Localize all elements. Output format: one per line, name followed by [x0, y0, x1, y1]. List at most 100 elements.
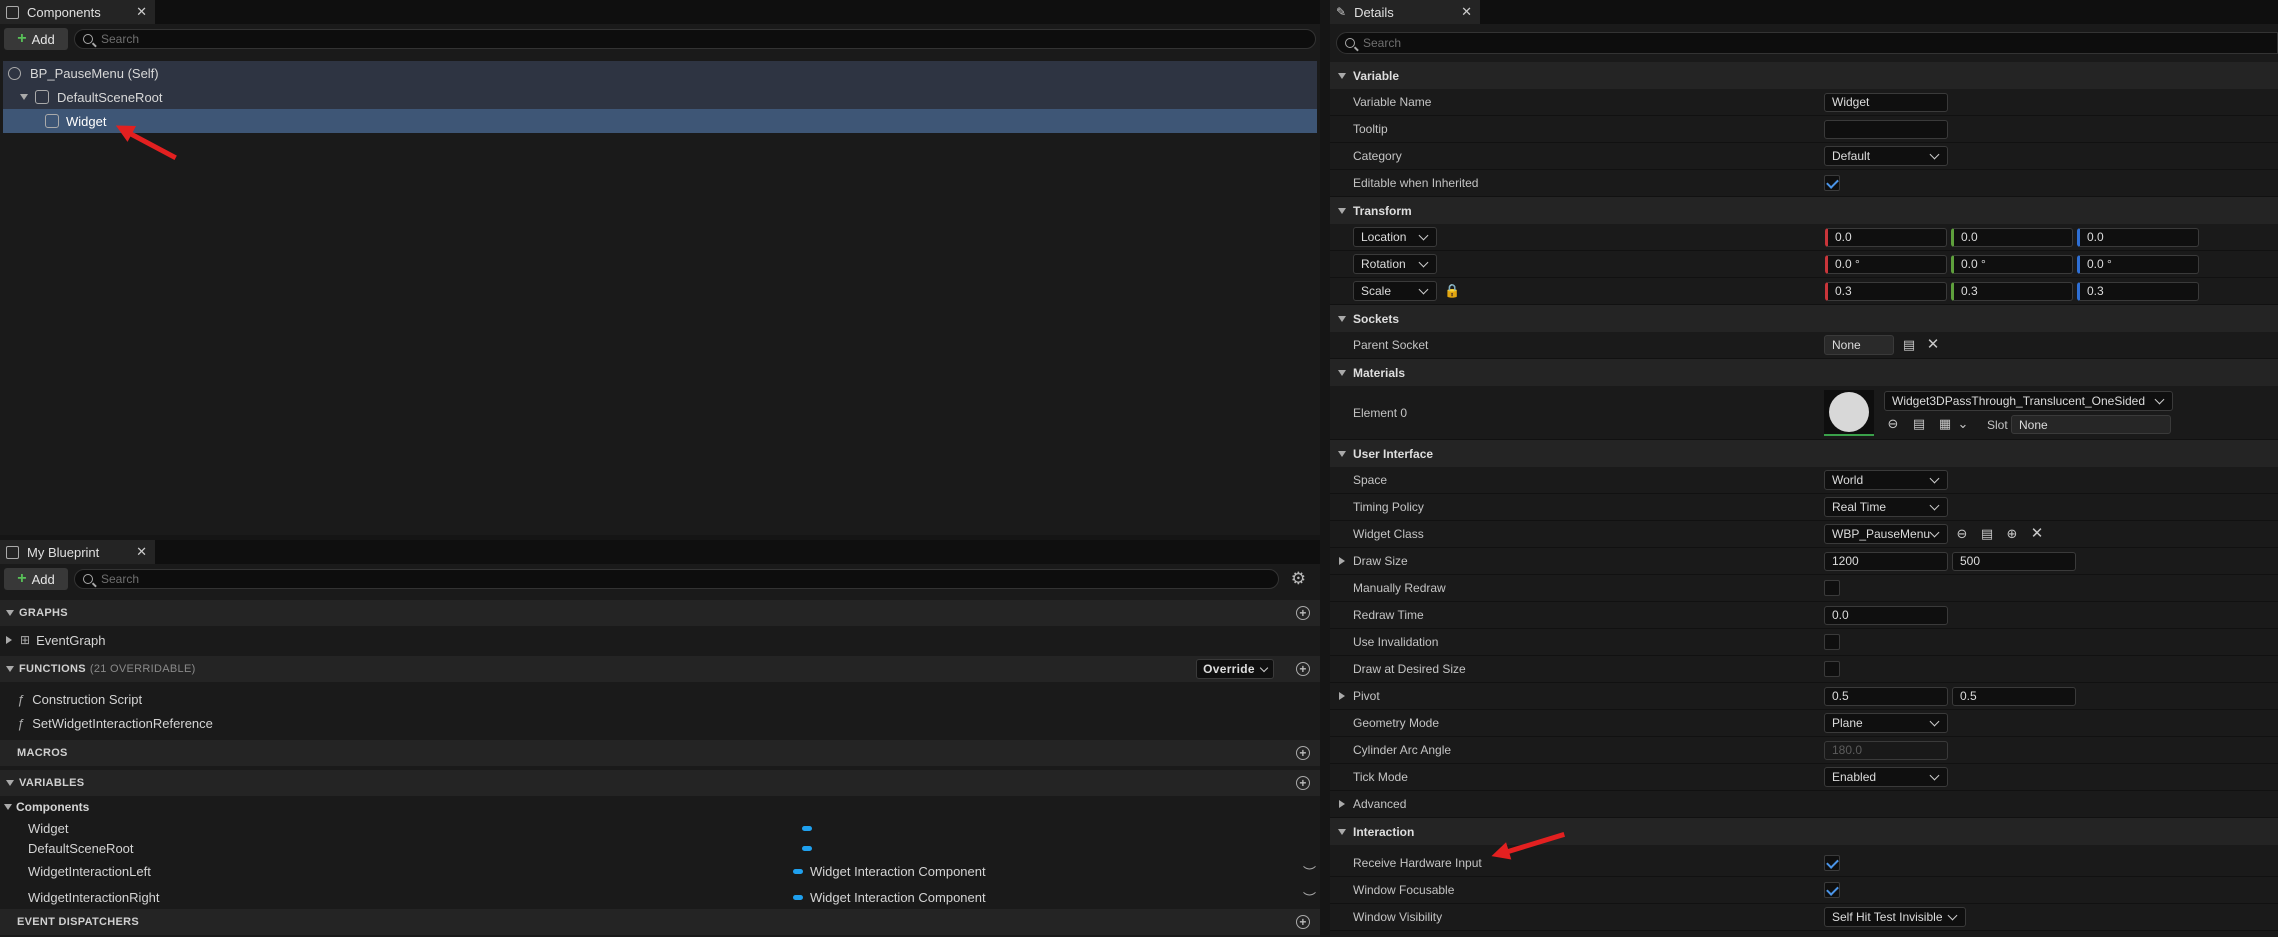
collapse-arrow-icon[interactable]	[6, 780, 14, 786]
scale-y-input[interactable]: 0.3	[1951, 281, 2073, 301]
tab-details[interactable]: ✎ Details ✕	[1330, 0, 1480, 24]
close-icon[interactable]: ✕	[136, 4, 147, 20]
section-variables[interactable]: VARIABLES +	[0, 770, 1320, 796]
receive-hardware-input-checkbox[interactable]	[1824, 855, 1840, 871]
window-focusable-checkbox[interactable]	[1824, 882, 1840, 898]
category-materials[interactable]: Materials	[1330, 359, 2278, 386]
add-icon[interactable]: ⊕	[2005, 527, 2019, 541]
pivot-x-input[interactable]: 0.5	[1824, 686, 1948, 706]
section-event-dispatchers[interactable]: EVENT DISPATCHERS +	[0, 909, 1320, 935]
space-combo[interactable]: World	[1824, 470, 1948, 490]
collapse-arrow-icon[interactable]	[6, 666, 14, 672]
category-interaction[interactable]: Interaction	[1330, 818, 2278, 845]
gear-icon[interactable]: ⚙	[1291, 569, 1306, 589]
parent-socket-field[interactable]: None	[1824, 335, 1894, 355]
material-combo[interactable]: Widget3DPassThrough_Translucent_OneSided	[1884, 391, 2173, 411]
browse-socket-icon[interactable]: ▤	[1902, 338, 1916, 352]
function-item-construction-script[interactable]: ƒ Construction Script	[17, 688, 142, 710]
category-variable[interactable]: Variable	[1330, 62, 2278, 89]
scale-mode-combo[interactable]: Scale	[1353, 281, 1437, 301]
collapse-arrow-icon[interactable]	[1338, 72, 1346, 79]
variable-row-widgetinteractionright[interactable]: WidgetInteractionRight Widget Interactio…	[28, 886, 1318, 908]
details-search-input[interactable]	[1363, 36, 2277, 50]
clear-icon[interactable]: ✕	[1926, 337, 1940, 352]
eye-closed-icon[interactable]: ︶	[1303, 862, 1316, 881]
rotation-y-input[interactable]: 0.0 °	[1951, 254, 2073, 274]
components-search-input[interactable]	[101, 32, 1315, 46]
add-macro-icon[interactable]: +	[1296, 746, 1310, 760]
draw-size-y-input[interactable]: 500	[1952, 551, 2076, 571]
draw-desired-size-checkbox[interactable]	[1824, 661, 1840, 677]
expand-arrow-icon[interactable]	[1339, 557, 1345, 565]
section-macros[interactable]: MACROS +	[0, 740, 1320, 766]
draw-size-x-input[interactable]: 1200	[1824, 551, 1948, 571]
add-dispatcher-icon[interactable]: +	[1296, 915, 1310, 929]
function-item-setwidgetinteractionreference[interactable]: ƒ SetWidgetInteractionReference	[17, 712, 213, 734]
collapse-arrow-icon[interactable]	[1338, 207, 1346, 214]
tree-item-widget[interactable]: Widget	[3, 109, 1317, 133]
close-icon[interactable]: ✕	[136, 544, 147, 560]
expand-arrow-icon[interactable]	[1339, 800, 1345, 808]
variable-name-input[interactable]: Widget	[1824, 92, 1948, 112]
add-function-icon[interactable]: +	[1296, 662, 1310, 676]
graph-item-eventgraph[interactable]: ⊞ EventGraph	[6, 629, 105, 651]
location-x-input[interactable]: 0.0	[1825, 227, 1947, 247]
category-user-interface[interactable]: User Interface	[1330, 440, 2278, 467]
rotation-z-input[interactable]: 0.0 °	[2077, 254, 2199, 274]
expand-arrow-icon[interactable]	[20, 94, 28, 100]
add-variable-icon[interactable]: +	[1296, 776, 1310, 790]
location-mode-combo[interactable]: Location	[1353, 227, 1437, 247]
pivot-y-input[interactable]: 0.5	[1952, 686, 2076, 706]
material-thumbnail[interactable]	[1824, 390, 1874, 436]
chevron-down-icon[interactable]: ⌄	[1956, 417, 1970, 431]
expand-arrow-icon[interactable]	[6, 636, 12, 644]
section-functions[interactable]: FUNCTIONS (21 OVERRIDABLE) Override +	[0, 656, 1320, 682]
row-advanced[interactable]: Advanced	[1330, 791, 2278, 818]
editable-inherited-checkbox[interactable]	[1824, 175, 1840, 191]
collapse-arrow-icon[interactable]	[1338, 450, 1346, 457]
components-search[interactable]	[74, 29, 1316, 49]
geometry-mode-combo[interactable]: Plane	[1824, 713, 1948, 733]
tooltip-input[interactable]	[1824, 119, 1948, 139]
window-visibility-combo[interactable]: Self Hit Test Invisible	[1824, 907, 1966, 927]
manually-redraw-checkbox[interactable]	[1824, 580, 1840, 596]
collapse-arrow-icon[interactable]	[1338, 369, 1346, 376]
scale-z-input[interactable]: 0.3	[2077, 281, 2199, 301]
blueprint-search[interactable]	[74, 569, 1279, 589]
slot-field[interactable]: None	[2011, 415, 2171, 434]
collapse-arrow-icon[interactable]	[4, 804, 12, 810]
clear-icon[interactable]: ✕	[2030, 526, 2044, 541]
use-selected-icon[interactable]: ⊖	[1955, 527, 1969, 541]
timing-policy-combo[interactable]: Real Time	[1824, 497, 1948, 517]
location-y-input[interactable]: 0.0	[1951, 227, 2073, 247]
variable-group-components[interactable]: Components	[4, 796, 89, 818]
tab-my-blueprint[interactable]: My Blueprint ✕	[0, 540, 155, 564]
override-dropdown[interactable]: Override	[1196, 659, 1274, 679]
use-invalidation-checkbox[interactable]	[1824, 634, 1840, 650]
add-graph-icon[interactable]: +	[1296, 606, 1310, 620]
checker-icon[interactable]: ▦	[1938, 417, 1952, 431]
collapse-arrow-icon[interactable]	[1338, 315, 1346, 322]
widget-class-combo[interactable]: WBP_PauseMenu	[1824, 524, 1948, 544]
close-icon[interactable]: ✕	[1461, 4, 1472, 20]
browse-icon[interactable]: ▤	[1980, 527, 1994, 541]
collapse-arrow-icon[interactable]	[6, 610, 14, 616]
variable-row-defaultsceneroot[interactable]: DefaultSceneRoot	[28, 837, 1318, 859]
redraw-time-input[interactable]: 0.0	[1824, 605, 1948, 625]
tab-components[interactable]: Components ✕	[0, 0, 155, 24]
details-search[interactable]	[1336, 32, 2278, 54]
tree-item-defaultsceneroot[interactable]: DefaultSceneRoot	[3, 85, 1317, 109]
scale-x-input[interactable]: 0.3	[1825, 281, 1947, 301]
lock-icon[interactable]: 🔒	[1444, 284, 1460, 298]
location-z-input[interactable]: 0.0	[2077, 227, 2199, 247]
tick-mode-combo[interactable]: Enabled	[1824, 767, 1948, 787]
rotation-mode-combo[interactable]: Rotation	[1353, 254, 1437, 274]
eye-closed-icon[interactable]: ︶	[1303, 888, 1316, 907]
category-combo[interactable]: Default	[1824, 146, 1948, 166]
add-member-button[interactable]: + Add	[4, 568, 68, 590]
rotation-x-input[interactable]: 0.0 °	[1825, 254, 1947, 274]
expand-arrow-icon[interactable]	[1339, 692, 1345, 700]
browse-icon[interactable]: ▤	[1912, 417, 1926, 431]
variable-row-widgetinteractionleft[interactable]: WidgetInteractionLeft Widget Interaction…	[28, 860, 1318, 882]
variable-row-widget[interactable]: Widget	[28, 817, 1318, 839]
